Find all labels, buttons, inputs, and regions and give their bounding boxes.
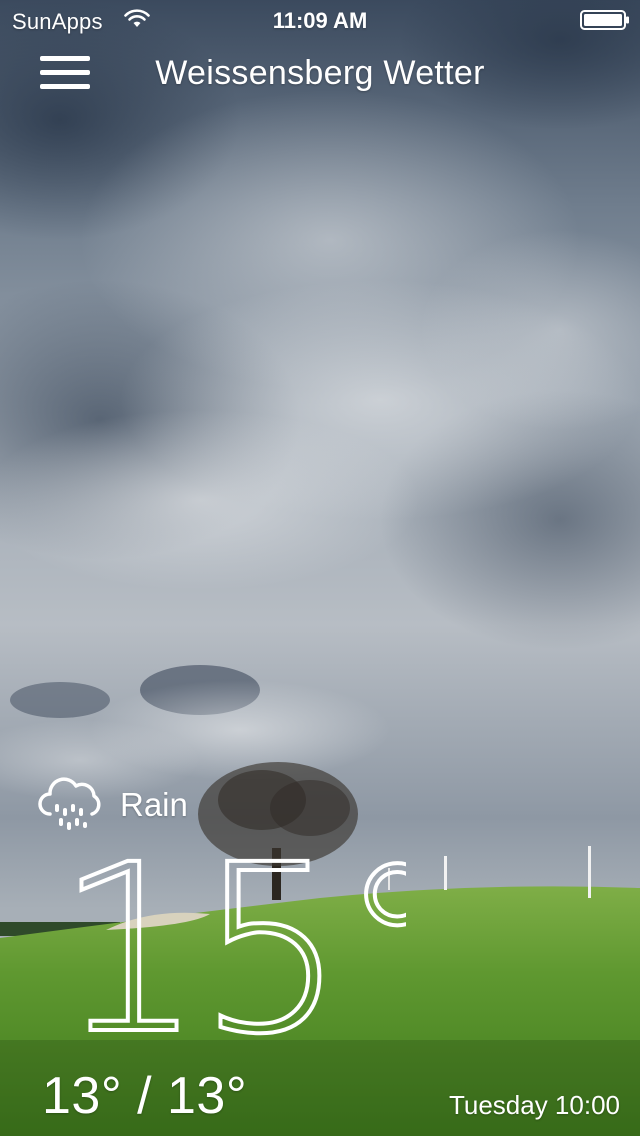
menu-button[interactable] bbox=[36, 52, 96, 96]
status-time: 11:09 AM bbox=[272, 8, 368, 33]
updated-time: Tuesday 10:00 bbox=[448, 1090, 620, 1120]
menu-icon-bar-middle bbox=[40, 70, 90, 75]
rain-cloud-icon bbox=[38, 777, 101, 830]
weather-screen: SunApps 11:09 AM Weissensberg Wetter Rai… bbox=[0, 0, 640, 1136]
high-low-temperature: 13° / 13° bbox=[42, 1067, 248, 1125]
status-bar: SunApps 11:09 AM bbox=[0, 0, 640, 40]
menu-icon-bar-top bbox=[40, 56, 90, 61]
page-title: Weissensberg Wetter bbox=[155, 54, 485, 92]
temperature-glyphs: 15° bbox=[56, 856, 406, 1046]
temperature-value: 15° bbox=[56, 856, 406, 1046]
menu-icon-bar-bottom bbox=[40, 84, 90, 89]
condition-label: Rain bbox=[120, 786, 188, 823]
battery-icon bbox=[580, 10, 629, 30]
